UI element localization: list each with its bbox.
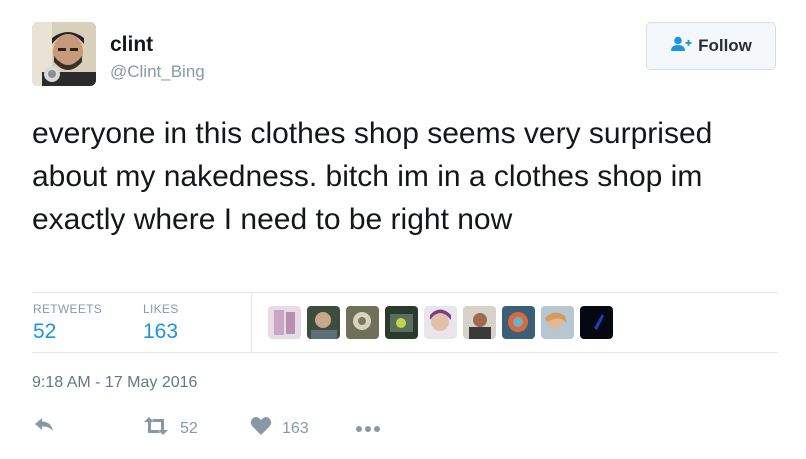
reply-icon — [33, 416, 55, 439]
likes-label: LIKES — [143, 302, 179, 316]
liker-avatar[interactable] — [385, 306, 418, 339]
author-name[interactable]: clint — [110, 33, 153, 57]
liker-avatar[interactable] — [346, 306, 379, 339]
likes-count[interactable]: 163 — [143, 320, 178, 344]
retweet-count: 52 — [180, 419, 198, 437]
heart-icon — [250, 416, 272, 441]
liker-avatar[interactable] — [502, 306, 535, 339]
liker-avatar[interactable] — [463, 306, 496, 339]
stats-divider — [251, 293, 252, 352]
liker-avatar[interactable] — [307, 306, 340, 339]
stats-top-divider — [32, 292, 778, 293]
liker-avatar[interactable] — [580, 306, 613, 339]
stats-bottom-divider — [32, 352, 778, 353]
liker-avatar[interactable] — [541, 306, 574, 339]
more-icon — [355, 420, 381, 438]
liker-avatar[interactable] — [268, 306, 301, 339]
like-count: 163 — [282, 419, 309, 437]
retweet-icon — [142, 416, 170, 441]
liker-avatar[interactable] — [424, 306, 457, 339]
tweet-timestamp[interactable]: 9:18 AM - 17 May 2016 — [32, 374, 197, 392]
follow-button[interactable]: Follow — [646, 22, 776, 70]
reply-button[interactable] — [33, 416, 55, 439]
retweet-button[interactable]: 52 — [142, 416, 198, 441]
author-handle[interactable]: @Clint_Bing — [110, 62, 205, 82]
retweets-count[interactable]: 52 — [33, 320, 56, 344]
follow-button-label: Follow — [698, 36, 752, 55]
more-button[interactable] — [355, 420, 381, 438]
like-button[interactable]: 163 — [250, 416, 309, 441]
add-user-icon — [670, 36, 692, 57]
author-avatar[interactable] — [32, 22, 96, 86]
retweets-label: RETWEETS — [33, 302, 103, 316]
tweet-text: everyone in this clothes shop seems very… — [32, 117, 713, 236]
